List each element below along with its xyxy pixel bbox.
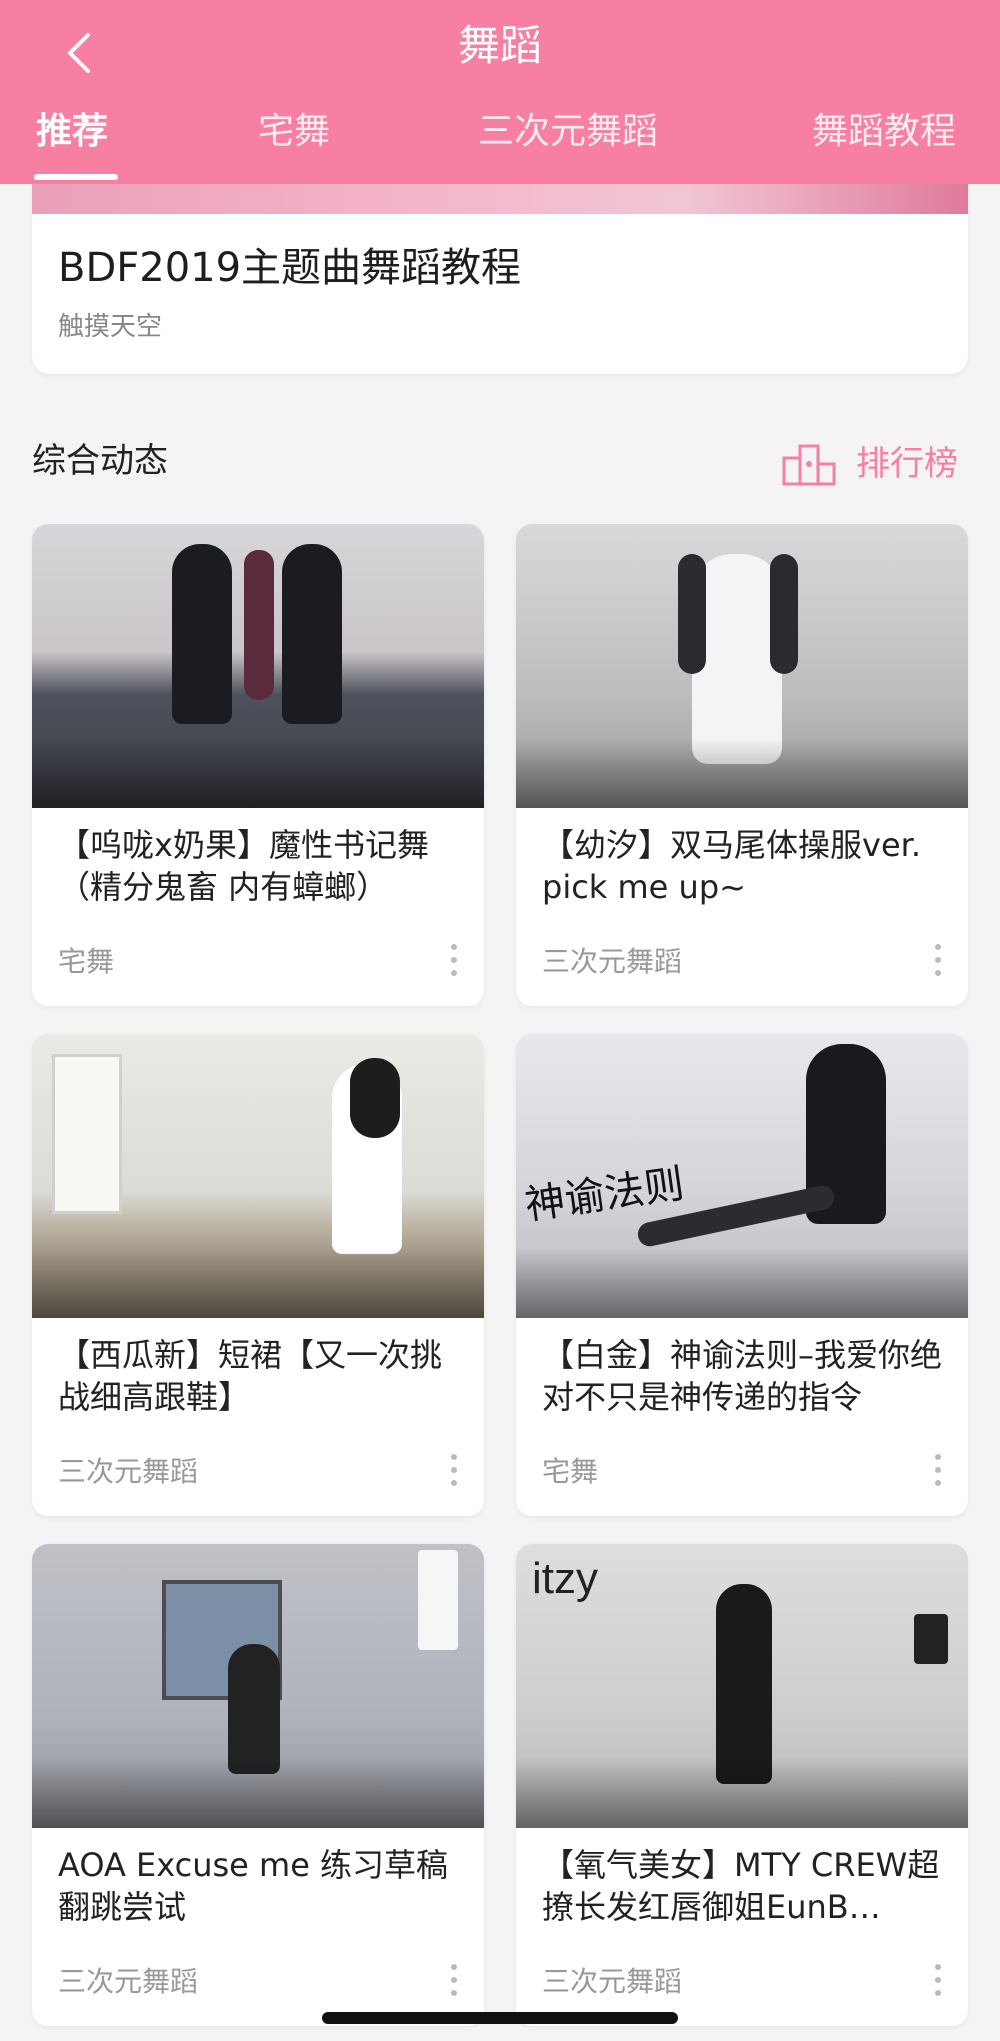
- tab-real-dance[interactable]: 三次元舞蹈: [478, 108, 658, 156]
- video-thumbnail: [32, 1034, 484, 1318]
- video-category-tag[interactable]: 三次元舞蹈: [58, 1964, 198, 2000]
- danmaku-count: 7: [709, 1978, 726, 2008]
- video-title: 【西瓜新】短裙【又一次挑战细高跟鞋】: [58, 1336, 443, 1416]
- video-category-tag[interactable]: 三次元舞蹈: [58, 1454, 198, 1490]
- more-options-button[interactable]: [442, 1958, 466, 2002]
- tab-dance-tutorial[interactable]: 舞蹈教程: [812, 108, 956, 156]
- video-card[interactable]: 578 - 01:38 AOA Excuse me 练习草稿 翻跳尝试 三次元舞…: [32, 1544, 484, 2026]
- video-category-tag[interactable]: 三次元舞蹈: [542, 944, 682, 980]
- category-tabs: 推荐 宅舞 三次元舞蹈 舞蹈教程: [0, 108, 1000, 180]
- ranking-icon: [782, 444, 836, 486]
- danmaku-icon: [685, 958, 721, 988]
- page-title: 舞蹈: [457, 21, 542, 70]
- more-options-button[interactable]: [926, 1448, 950, 1492]
- featured-author: 触摸天空: [58, 312, 163, 342]
- danmaku-count: 161: [726, 958, 775, 988]
- ranking-button[interactable]: 排行榜: [782, 436, 958, 492]
- video-thumbnail: itzy: [516, 1544, 968, 1828]
- video-card[interactable]: 神谕法则 10.9万 284 05:14 【白金】神谕法则–我爱你绝对不只是神传…: [516, 1034, 968, 1516]
- tab-otaku-dance[interactable]: 宅舞: [258, 108, 330, 156]
- home-indicator[interactable]: [322, 2012, 678, 2024]
- video-thumbnail: [32, 524, 484, 808]
- more-options-button[interactable]: [442, 1448, 466, 1492]
- danmaku-count: 284: [726, 1468, 775, 1498]
- video-title: 【幼汐】双马尾体操服ver. pick me up~: [542, 826, 922, 906]
- danmaku-count: -: [209, 1978, 219, 2008]
- video-card[interactable]: 20.7万 442 01:34 【呜咙x奶果】魔性书记舞（精分鬼畜 内有蟑螂） …: [32, 524, 484, 1006]
- video-thumbnail: 神谕法则: [516, 1034, 968, 1318]
- section-title: 综合动态: [32, 441, 168, 481]
- ranking-label: 排行榜: [856, 444, 958, 484]
- more-options-button[interactable]: [926, 938, 950, 982]
- danmaku-icon: [201, 1468, 237, 1498]
- video-title: 【氧气美女】MTY CREW超撩长发红唇御姐EunB…: [542, 1846, 940, 1926]
- video-title: AOA Excuse me 练习草稿 翻跳尝试: [58, 1846, 449, 1926]
- more-options-button[interactable]: [926, 1958, 950, 2002]
- video-thumbnail: [32, 1544, 484, 1828]
- featured-title: BDF2019主题曲舞蹈教程: [58, 245, 522, 291]
- video-title: 【呜咙x奶果】魔性书记舞（精分鬼畜 内有蟑螂）: [58, 826, 429, 906]
- video-card[interactable]: itzy 2054 7 03:01 【氧气美女】MTY CREW超撩长发红唇御姐…: [516, 1544, 968, 2026]
- top-bar: 舞蹈 推荐 宅舞 三次元舞蹈 舞蹈教程: [0, 0, 1000, 184]
- tab-recommended[interactable]: 推荐: [36, 108, 108, 156]
- danmaku-count: 167: [242, 1468, 291, 1498]
- active-tab-indicator: [34, 174, 118, 180]
- video-category-tag[interactable]: 宅舞: [542, 1454, 598, 1490]
- more-options-button[interactable]: [442, 938, 466, 982]
- video-category-tag[interactable]: 三次元舞蹈: [542, 1964, 682, 2000]
- video-card[interactable]: 11.0万 167 01:25 【西瓜新】短裙【又一次挑战细高跟鞋】 三次元舞蹈: [32, 1034, 484, 1516]
- video-title: 【白金】神谕法则–我爱你绝对不只是神传递的指令: [542, 1336, 943, 1416]
- video-card[interactable]: 19.4万 161 01:27 【幼汐】双马尾体操服ver. pick me u…: [516, 524, 968, 1006]
- video-category-tag[interactable]: 宅舞: [58, 944, 114, 980]
- danmaku-count: 442: [242, 958, 291, 988]
- thumbnail-overlay-text: itzy: [532, 1554, 598, 1603]
- danmaku-icon: [201, 958, 237, 988]
- danmaku-icon: [685, 1468, 721, 1498]
- video-thumbnail: [516, 524, 968, 808]
